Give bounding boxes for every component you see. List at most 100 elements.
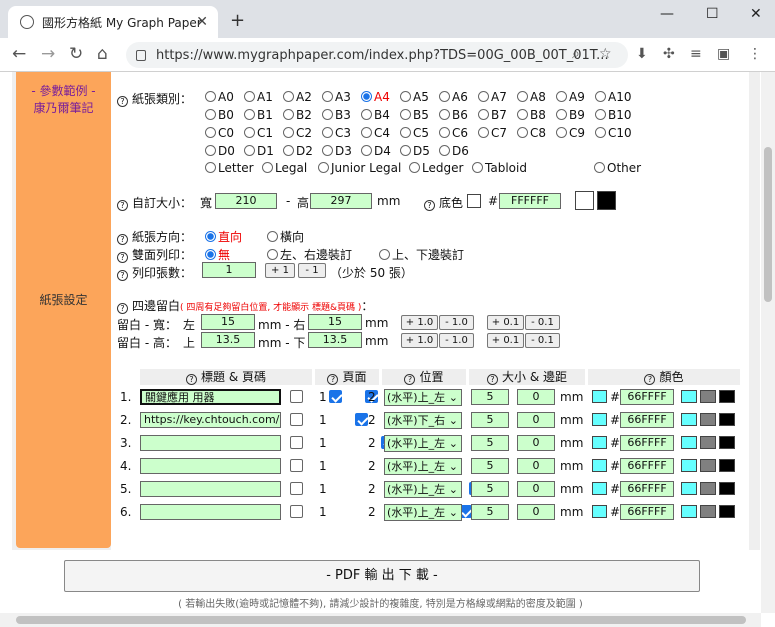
- paper-radio-a8[interactable]: A8: [517, 90, 546, 104]
- size-input[interactable]: 5: [471, 504, 509, 520]
- color-input[interactable]: 66FFFF: [620, 458, 674, 474]
- gray-swatch[interactable]: [700, 436, 716, 449]
- margin-input[interactable]: 0: [517, 504, 555, 520]
- paper-radio-legal[interactable]: Legal: [262, 161, 307, 175]
- paper-radio-b0[interactable]: B0: [205, 108, 234, 122]
- margin-input[interactable]: 0: [517, 481, 555, 497]
- margin-input[interactable]: 0: [517, 389, 555, 405]
- paper-radio-d5[interactable]: D5: [400, 144, 430, 158]
- help-icon[interactable]: ?: [117, 96, 128, 107]
- paper-radio-b6[interactable]: B6: [439, 108, 468, 122]
- color-picker[interactable]: [592, 505, 607, 518]
- black-swatch[interactable]: [719, 413, 735, 426]
- title-input[interactable]: [140, 458, 281, 474]
- paper-radio-b7[interactable]: B7: [478, 108, 507, 122]
- paper-radio-tabloid[interactable]: Tabloid: [472, 161, 527, 175]
- paper-radio-b2[interactable]: B2: [283, 108, 312, 122]
- black-swatch[interactable]: [597, 191, 616, 210]
- paper-radio-c3[interactable]: C3: [322, 126, 351, 140]
- paper-radio-b4[interactable]: B4: [361, 108, 390, 122]
- paper-radio-c6[interactable]: C6: [439, 126, 468, 140]
- address-bar[interactable]: https://www.mygraphpaper.com/index.php?T…: [126, 42, 628, 68]
- minimize-button[interactable]: —: [660, 6, 674, 22]
- size-input[interactable]: 5: [471, 458, 509, 474]
- help-icon[interactable]: ?: [117, 303, 128, 314]
- margin-w-plus-1-button[interactable]: + 1.0: [401, 315, 438, 330]
- paper-radio-junior-legal[interactable]: Junior Legal: [318, 161, 401, 175]
- help-icon[interactable]: ?: [117, 252, 128, 263]
- paper-radio-c0[interactable]: C0: [205, 126, 234, 140]
- back-button[interactable]: ←: [12, 44, 26, 64]
- examples-link[interactable]: 康乃爾筆記: [16, 99, 111, 116]
- paper-radio-other[interactable]: Other: [594, 161, 641, 175]
- paper-radio-ledger[interactable]: Ledger: [409, 161, 463, 175]
- paper-radio-b1[interactable]: B1: [244, 108, 273, 122]
- white-swatch[interactable]: [575, 191, 594, 210]
- bold-checkbox[interactable]: [290, 459, 303, 472]
- paper-radio-c2[interactable]: C2: [283, 126, 312, 140]
- margin-input[interactable]: 0: [517, 435, 555, 451]
- bold-checkbox[interactable]: [290, 390, 303, 403]
- home-button[interactable]: ⌂: [97, 44, 108, 64]
- color-input[interactable]: 66FFFF: [620, 412, 674, 428]
- color-input[interactable]: 66FFFF: [620, 481, 674, 497]
- help-icon[interactable]: ?: [117, 234, 128, 245]
- close-window-button[interactable]: ✕: [750, 6, 762, 22]
- paper-radio-a1[interactable]: A1: [244, 90, 273, 104]
- width-input[interactable]: 210: [215, 193, 277, 209]
- color-input[interactable]: 66FFFF: [620, 435, 674, 451]
- new-tab-button[interactable]: +: [230, 10, 245, 31]
- black-swatch[interactable]: [719, 505, 735, 518]
- paper-radio-b8[interactable]: B8: [517, 108, 546, 122]
- paper-radio-a0[interactable]: A0: [205, 90, 234, 104]
- size-input[interactable]: 5: [471, 389, 509, 405]
- paper-radio-c10[interactable]: C10: [595, 126, 632, 140]
- page1-checkbox[interactable]: [355, 413, 368, 426]
- color-input[interactable]: 66FFFF: [620, 504, 674, 520]
- paper-radio-c5[interactable]: C5: [400, 126, 429, 140]
- size-input[interactable]: 5: [471, 435, 509, 451]
- cyan-swatch[interactable]: [681, 505, 697, 518]
- duplex-none-radio[interactable]: 無: [205, 246, 230, 263]
- margin-input[interactable]: 0: [517, 458, 555, 474]
- cyan-swatch[interactable]: [681, 413, 697, 426]
- color-picker[interactable]: [592, 459, 607, 472]
- size-input[interactable]: 5: [471, 481, 509, 497]
- position-select[interactable]: (水平)上_左 ⌄: [384, 481, 462, 498]
- landscape-radio[interactable]: 橫向: [267, 228, 304, 245]
- tab-close-icon[interactable]: ✕: [196, 14, 208, 30]
- title-input[interactable]: [140, 481, 281, 497]
- paper-radio-letter[interactable]: Letter: [205, 161, 254, 175]
- position-select[interactable]: (水平)上_左 ⌄: [384, 435, 462, 452]
- color-picker[interactable]: [592, 436, 607, 449]
- maximize-button[interactable]: ☐: [706, 6, 719, 22]
- reload-button[interactable]: ↻: [69, 44, 83, 64]
- black-swatch[interactable]: [719, 459, 735, 472]
- cyan-swatch[interactable]: [681, 459, 697, 472]
- horizontal-scrollbar[interactable]: [0, 613, 761, 627]
- help-icon[interactable]: ?: [117, 200, 128, 211]
- margin-h-plus-01-button[interactable]: + 0.1: [487, 333, 524, 348]
- margin-w-minus-1-button[interactable]: - 1.0: [439, 315, 474, 330]
- paper-radio-d3[interactable]: D3: [322, 144, 352, 158]
- bookmark-star-icon[interactable]: ☆: [599, 46, 612, 62]
- title-input[interactable]: [140, 504, 281, 520]
- position-select[interactable]: (水平)上_左 ⌄: [384, 504, 462, 521]
- bold-checkbox[interactable]: [290, 413, 303, 426]
- black-swatch[interactable]: [719, 390, 735, 403]
- paper-radio-a5[interactable]: A5: [400, 90, 429, 104]
- zoom-icon[interactable]: ⌕: [572, 46, 580, 62]
- paper-radio-d1[interactable]: D1: [244, 144, 274, 158]
- profile-icon[interactable]: ▣: [717, 46, 730, 62]
- color-picker[interactable]: [592, 390, 607, 403]
- paper-radio-c4[interactable]: C4: [361, 126, 390, 140]
- cyan-swatch[interactable]: [681, 482, 697, 495]
- duplex-tb-radio[interactable]: 上、下邊裝訂: [379, 246, 464, 263]
- title-input[interactable]: 關鍵應用 用器: [140, 389, 281, 405]
- black-swatch[interactable]: [719, 482, 735, 495]
- margin-top-input[interactable]: 13.5: [201, 332, 255, 348]
- paper-radio-b3[interactable]: B3: [322, 108, 351, 122]
- position-select[interactable]: (水平)下_右 ⌄: [384, 412, 462, 429]
- gray-swatch[interactable]: [700, 482, 716, 495]
- cyan-swatch[interactable]: [681, 436, 697, 449]
